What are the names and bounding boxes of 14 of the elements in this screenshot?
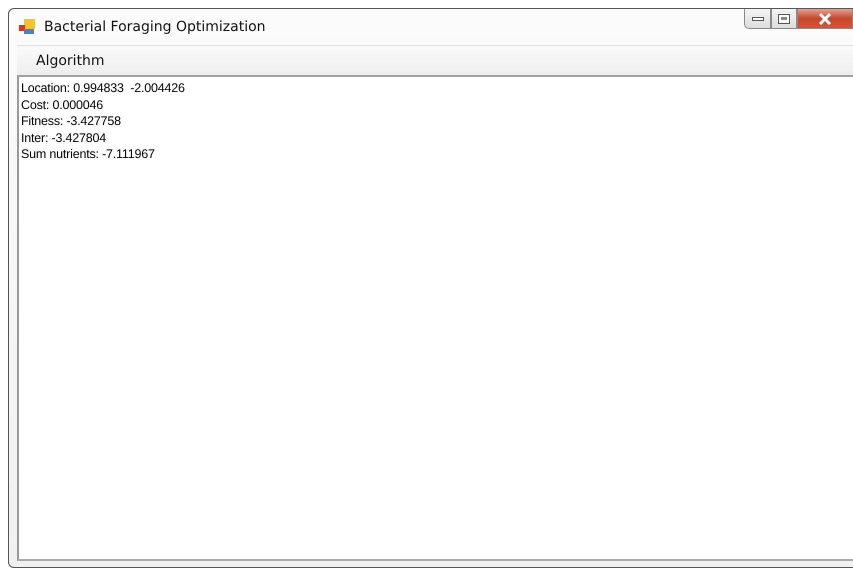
close-icon: [818, 12, 832, 24]
output-line: Fitness: -3.427758: [21, 113, 122, 130]
maximize-button[interactable]: [771, 9, 797, 29]
minimize-icon: [752, 16, 764, 22]
app-icon: [18, 18, 36, 36]
close-button[interactable]: [797, 9, 853, 29]
window-title: Bacterial Foraging Optimization: [44, 19, 266, 35]
minimize-button[interactable]: [744, 9, 771, 29]
maximize-icon: [778, 14, 790, 24]
menu-item[interactable]: Algorithm: [17, 52, 115, 68]
output-line: Cost: 0.000046: [21, 96, 104, 113]
output-line: Sum nutrients: -7.111967: [21, 146, 156, 162]
output-line: Inter: -3.427804: [21, 130, 108, 146]
output-line: Location: 0.994833 -2.004426: [21, 80, 186, 96]
